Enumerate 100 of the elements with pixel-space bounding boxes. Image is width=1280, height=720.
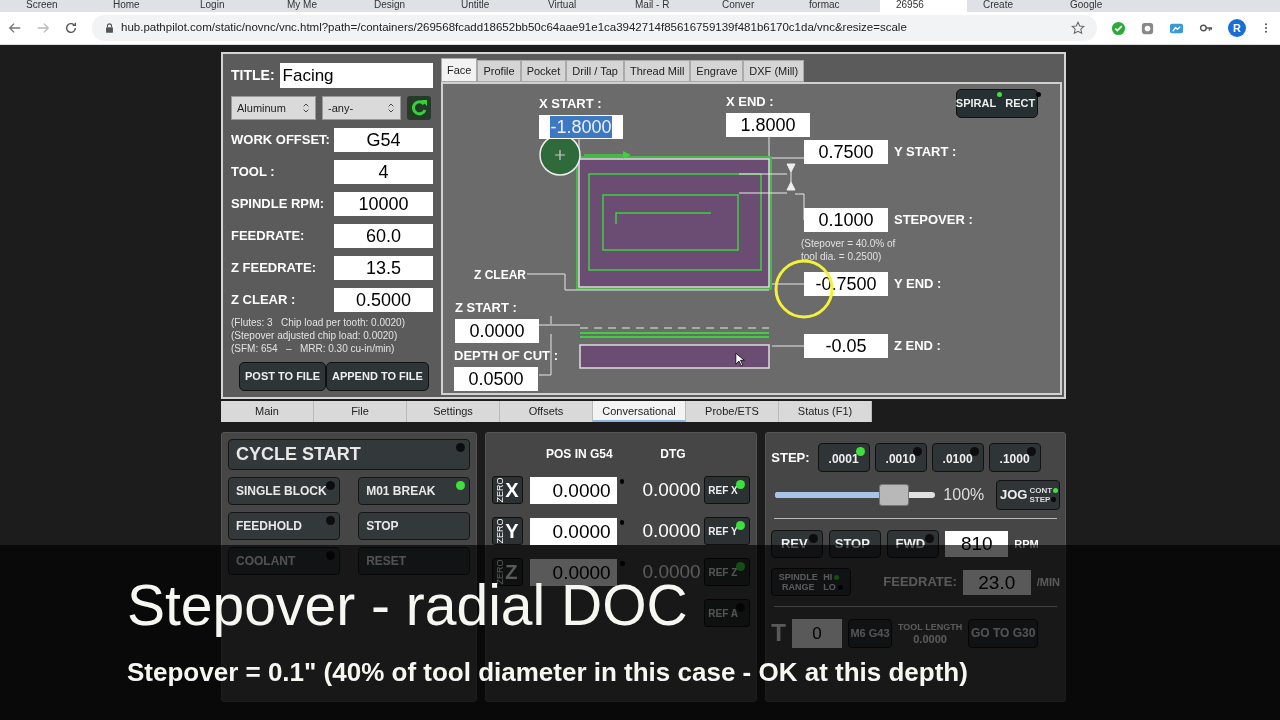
reload-icon[interactable] [64,21,78,35]
machine-button[interactable]: STOP [358,512,471,540]
value-field[interactable]: -1.8000 [539,114,623,139]
field-label: Z END : [894,337,941,356]
field-label: TOOL : [231,163,275,182]
tab[interactable]: Thread Mill [623,60,691,82]
feedrate-field: 23.0 [962,569,1031,595]
dimension-arrow-icon [786,163,796,191]
unit-label: /MIN [1036,574,1060,590]
step-button[interactable]: .0100 [931,443,984,472]
spinner-arrows-icon [302,101,310,115]
ref-button[interactable]: REF X [704,476,751,504]
info-note: (Flutes: 3 Chip load per tooth: 0.0020) [231,316,406,329]
field-label: X END : [726,93,774,111]
leader-line [771,345,805,347]
machine-button[interactable]: SINGLE BLOCK [228,477,341,505]
field-label: T [771,618,786,648]
value-field[interactable]: G54 [334,128,433,152]
step-button[interactable]: .0010 [874,443,927,472]
profile-avatar[interactable]: R [1228,19,1246,37]
field-label: FEEDRATE: [231,227,305,246]
tool-length-readout: 0.0000 [913,632,947,645]
distance-readout: 0.0000 [642,518,702,543]
tab[interactable]: Main [221,401,314,422]
machine-button[interactable]: M01 BREAK [358,477,471,505]
field-label: STEPOVER : [894,211,973,230]
back-arrow-icon[interactable] [8,21,22,35]
tab[interactable]: Face [441,58,478,82]
zero-axis-button[interactable]: ZERO Y [492,517,524,545]
spinner-arrows-icon [387,101,395,115]
dropdown[interactable]: -any- [322,96,401,120]
field-label: STEP: [771,448,810,467]
pattern-toggle[interactable]: SPIRAL RECT [956,89,1038,118]
step-button[interactable]: .1000 [988,443,1041,472]
leader-line [738,173,788,175]
ref-button[interactable]: REF Y [704,517,751,545]
info-note: (Stepover = 40.0% of tool dia. = 0.2500) [801,237,897,263]
tab[interactable]: Status (F1) [779,401,872,422]
value-field[interactable]: 1.8000 [726,112,810,137]
field-label: TITLE: [231,66,275,85]
browser-tab[interactable]: 26956 [880,0,967,12]
tab[interactable]: Engrave [690,60,744,82]
field-label: Z FEEDRATE: [231,259,316,278]
distance-readout: 0.0000 [642,559,702,584]
action-button[interactable]: POST TO FILE [239,362,326,391]
star-icon[interactable] [1071,21,1085,35]
title-input[interactable]: Facing [279,63,433,88]
tab[interactable]: Settings [407,401,500,422]
position-field: 0.0000 [530,517,617,545]
machine-button[interactable]: FEEDHOLD [228,512,341,540]
value-field[interactable]: 60.0 [334,224,433,248]
extension-icon[interactable] [1140,20,1155,36]
value-field[interactable]: 4 [334,160,433,184]
tab[interactable]: Probe/ETS [686,401,779,422]
tab[interactable]: Offsets [500,401,593,422]
value-field[interactable]: 0.0000 [455,318,539,343]
tab[interactable]: File [314,401,407,422]
field-label: Y START : [894,143,957,162]
dropdown[interactable]: Aluminum [231,96,316,120]
led-indicator [619,520,625,525]
check-icon[interactable] [1111,20,1126,36]
zero-axis-button[interactable]: ZERO X [492,476,524,504]
field-label: WORK OFFSET: [231,131,330,150]
field-label: SPINDLE RPM: [231,195,325,214]
tab[interactable]: Drill / Tap [566,60,624,82]
spindle-button[interactable]: FWD [887,530,940,558]
value-field[interactable]: 0.5000 [334,288,433,312]
value-field[interactable]: 0.0500 [454,366,538,391]
field-label: FEEDRATE: [883,573,957,592]
info-note: (Stepover adjusted chip load: 0.0020) [231,329,399,342]
value-field[interactable]: 13.5 [334,256,433,280]
caption-subtitle: Stepover = 0.1" (40% of tool diameter in this case - OK at this depth) [127,657,968,687]
leader-line [794,193,805,221]
speed-slider[interactable] [775,484,936,506]
pointer-cursor-icon [735,352,746,367]
tab[interactable]: Pocket [520,60,567,82]
action-button[interactable]: APPEND TO FILE [326,362,429,391]
position-field: 0.0000 [530,476,617,504]
tab[interactable]: Profile [477,60,521,82]
value-field[interactable]: 0.1000 [804,208,888,232]
tab[interactable]: DXF (Mill) [743,60,805,82]
column-heading: DTG [660,446,686,463]
spindle-button[interactable]: REV [771,530,824,558]
field-label: DEPTH OF CUT : [454,347,558,365]
field-label: TOOL LENGTH [898,621,963,633]
spindle-button[interactable]: STOP [829,530,882,558]
value-field[interactable]: -0.05 [804,334,888,358]
value-field[interactable]: 0.7500 [804,140,888,164]
refresh-button[interactable] [407,96,431,120]
lock-icon [104,22,115,34]
led-indicator [619,479,625,484]
machine-button[interactable]: CYCLE START [228,439,471,470]
tab[interactable]: Conversational [593,401,686,422]
value-field[interactable]: 10000 [334,192,433,216]
info-note: (SFM: 654 – MRR: 0.30 cu-in/min) [231,342,396,355]
unit-label: RPM [1014,536,1039,552]
field-label: Z CLEAR [474,267,526,284]
led-indicator [619,561,625,566]
step-button[interactable]: .0001 [817,443,870,472]
field-label: Z CLEAR : [231,291,296,310]
